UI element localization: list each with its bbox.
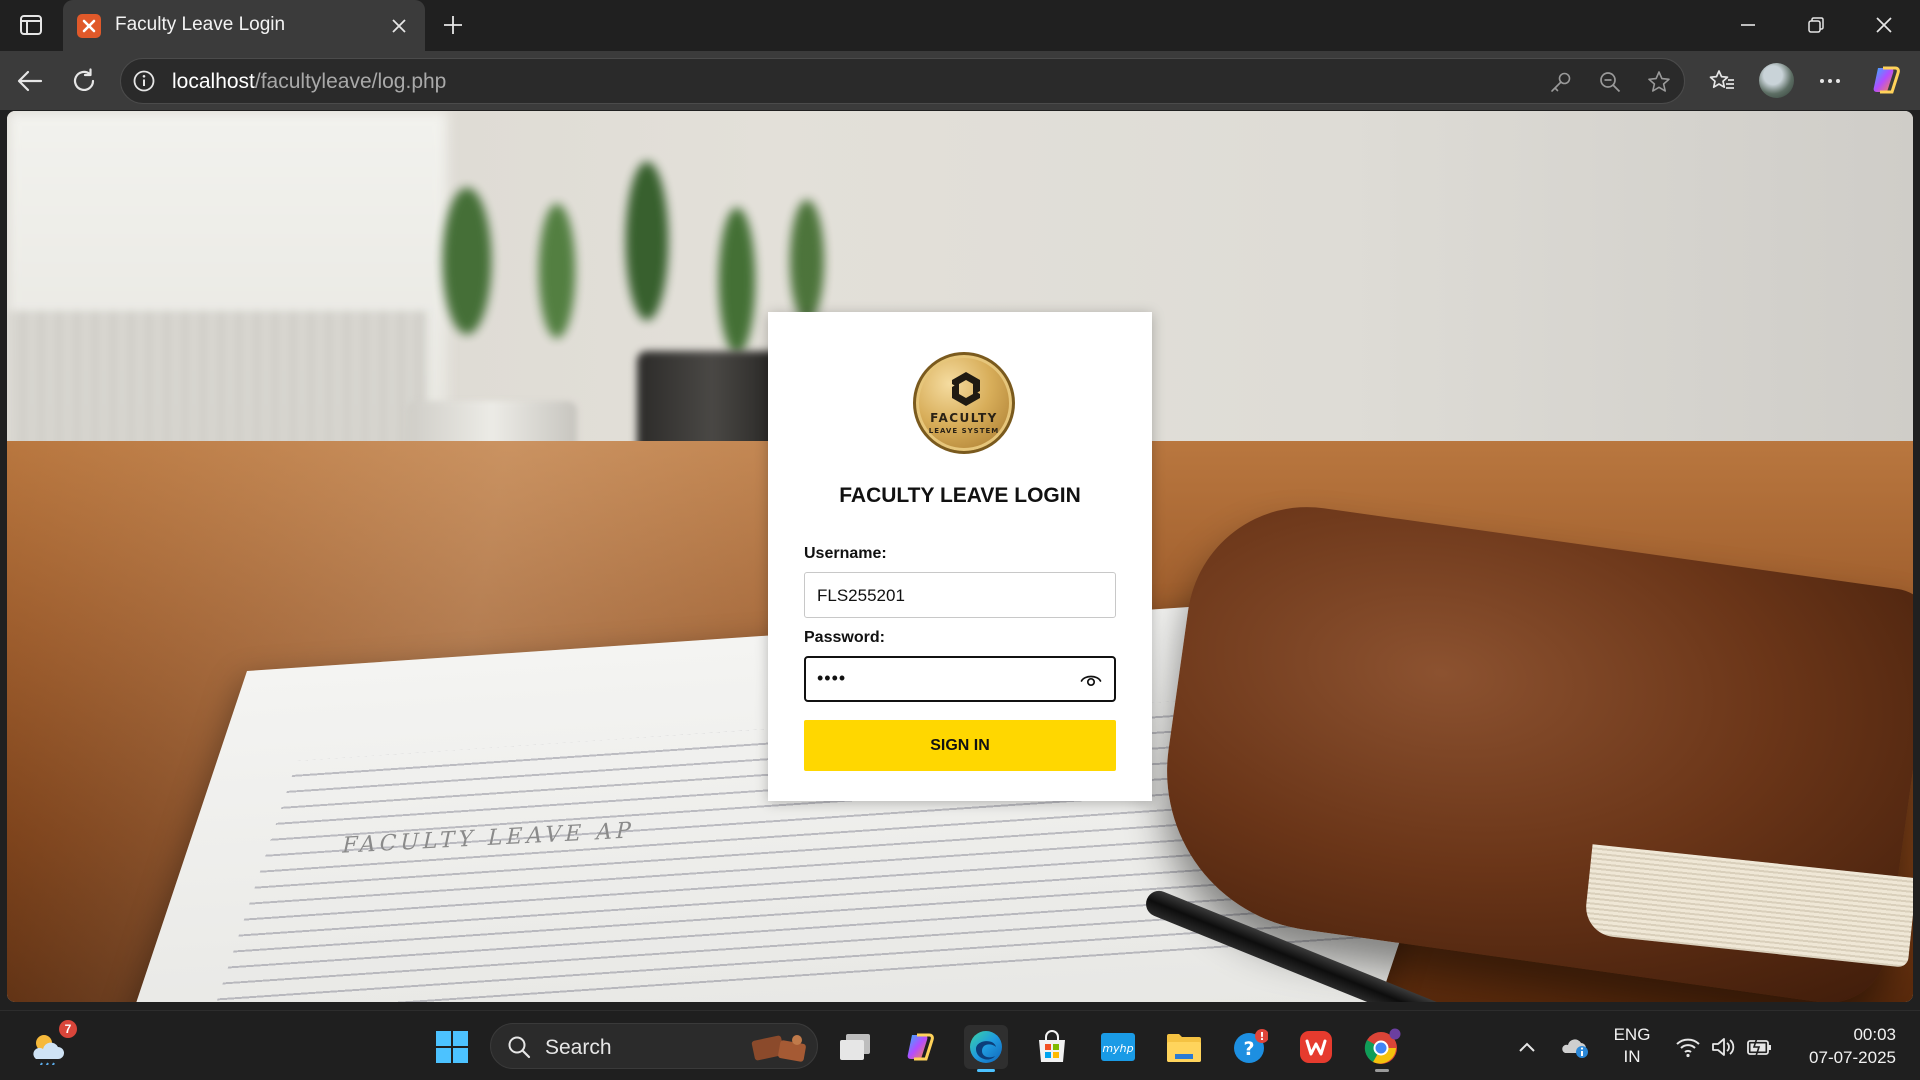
restore-icon[interactable]	[1796, 8, 1836, 42]
page-viewport: FACULTY LEAVE AP FACULTY LEAVE SYSTEM FA…	[7, 111, 1913, 1002]
profile-avatar[interactable]	[1759, 63, 1794, 98]
faculty-leave-system-logo: FACULTY LEAVE SYSTEM	[913, 352, 1015, 454]
edge-active-indicator	[977, 1069, 995, 1072]
start-windows-icon[interactable]	[430, 1025, 474, 1069]
weather-widget-icon[interactable]: 7	[26, 1020, 77, 1069]
windows-taskbar: 7 Search myhp ?! ENG IN 00:03 07-07-2025	[0, 1010, 1920, 1080]
svg-text:?: ?	[1243, 1038, 1254, 1060]
minimize-icon[interactable]	[1728, 8, 1768, 42]
logo-emblem-icon	[952, 372, 980, 406]
svg-text:myhp: myhp	[1102, 1042, 1133, 1055]
copilot-icon[interactable]	[1869, 63, 1903, 97]
site-info-icon[interactable]	[132, 69, 156, 93]
task-view-icon[interactable]	[833, 1025, 877, 1069]
url-path: /facultyleave/log.php	[254, 70, 447, 93]
tab-faculty-leave-login[interactable]: Faculty Leave Login	[63, 0, 425, 51]
password-key-icon[interactable]	[1546, 67, 1576, 97]
username-value: FLS255201	[817, 586, 905, 605]
clock-date: 07-07-2025	[1809, 1048, 1896, 1067]
favorites-icon[interactable]	[1702, 61, 1742, 101]
password-value: ••••	[817, 668, 847, 688]
tab-title: Faculty Leave Login	[115, 14, 286, 35]
logo-text-sub: LEAVE SYSTEM	[928, 427, 1000, 435]
close-window-icon[interactable]	[1864, 8, 1904, 42]
taskbar-search[interactable]: Search	[490, 1023, 818, 1069]
login-title: FACULTY LEAVE LOGIN	[839, 484, 1081, 507]
file-explorer-icon[interactable]	[1162, 1025, 1206, 1069]
logo-text-main: FACULTY	[930, 411, 998, 425]
zoom-out-icon[interactable]	[1595, 67, 1625, 97]
language-code: ENG	[1613, 1025, 1651, 1044]
show-password-eye-icon[interactable]	[1080, 670, 1102, 690]
clock-time: 00:03	[1853, 1025, 1896, 1044]
new-tab-icon[interactable]	[436, 10, 470, 40]
url-host: localhost	[172, 70, 255, 93]
password-field[interactable]: ••••	[804, 656, 1116, 702]
language-region: IN	[1623, 1047, 1641, 1066]
chrome-icon[interactable]	[1360, 1025, 1404, 1072]
edge-browser-icon[interactable]	[964, 1025, 1008, 1072]
search-icon	[508, 1036, 531, 1059]
refresh-icon[interactable]	[64, 61, 104, 101]
username-field[interactable]: FLS255201	[804, 572, 1116, 618]
back-icon[interactable]	[10, 61, 50, 101]
search-label: Search	[545, 1036, 612, 1059]
password-label: Password:	[804, 629, 885, 646]
browser-titlebar: Faculty Leave Login	[0, 0, 1920, 51]
login-card: FACULTY LEAVE SYSTEM FACULTY LEAVE LOGIN…	[768, 312, 1152, 801]
myhp-icon[interactable]: myhp	[1096, 1025, 1140, 1069]
chrome-running-indicator	[1375, 1069, 1389, 1072]
address-bar[interactable]: localhost/facultyleave/log.php	[120, 58, 1685, 104]
wps-office-icon[interactable]	[1294, 1025, 1338, 1069]
xampp-favicon-icon	[77, 14, 101, 38]
language-indicator[interactable]: ENG IN	[1612, 1024, 1652, 1068]
onedrive-info-icon[interactable]	[1553, 1025, 1597, 1069]
copilot-taskbar-icon[interactable]	[898, 1025, 942, 1069]
search-highlight-chocolate-icon	[751, 1035, 806, 1062]
battery-charging-icon[interactable]	[1738, 1025, 1782, 1069]
tab-actions-icon[interactable]	[14, 10, 48, 40]
close-tab-icon[interactable]	[385, 12, 413, 40]
url-text[interactable]: localhost/facultyleave/log.php	[172, 70, 446, 94]
get-help-icon[interactable]: ?!	[1228, 1025, 1272, 1069]
microsoft-store-icon[interactable]	[1030, 1025, 1074, 1069]
clock[interactable]: 00:03 07-07-2025	[1809, 1023, 1896, 1069]
username-label: Username:	[804, 545, 887, 562]
show-hidden-icons-chevron-icon[interactable]	[1505, 1025, 1549, 1069]
more-options-icon[interactable]	[1810, 61, 1850, 101]
svg-text:!: !	[1259, 1030, 1264, 1043]
sign-in-button[interactable]: SIGN IN	[804, 720, 1116, 771]
favorite-star-icon[interactable]	[1644, 67, 1674, 97]
weather-badge: 7	[59, 1020, 77, 1038]
